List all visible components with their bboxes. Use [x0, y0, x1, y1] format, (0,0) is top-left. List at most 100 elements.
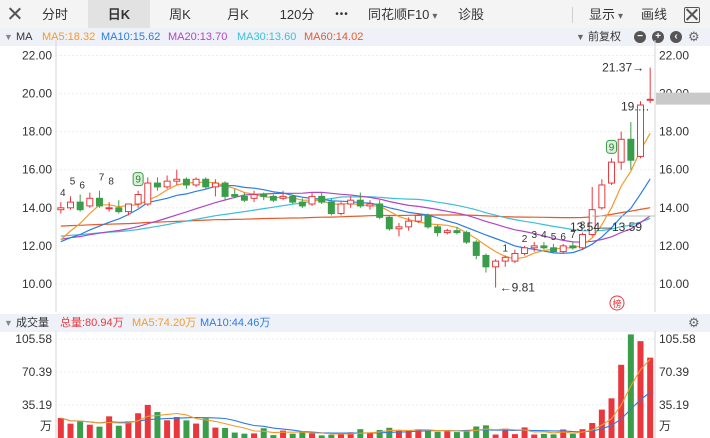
volume-bar[interactable] — [540, 433, 547, 438]
candle-body[interactable] — [289, 195, 297, 203]
candle-body[interactable] — [66, 201, 74, 209]
tab-diagnosis[interactable]: 诊股 — [450, 0, 492, 30]
volume-bar[interactable] — [618, 364, 625, 438]
volume-bar[interactable] — [289, 433, 296, 438]
volume-bar[interactable] — [77, 421, 84, 438]
volume-title[interactable]: 成交量 — [16, 314, 49, 332]
candle-body[interactable] — [318, 195, 326, 203]
volume-bar[interactable] — [376, 430, 383, 438]
candle-body[interactable] — [521, 247, 529, 255]
candle-body[interactable] — [134, 193, 142, 205]
candle-body[interactable] — [463, 232, 471, 243]
volume-bar[interactable] — [502, 428, 509, 438]
volume-bar[interactable] — [154, 412, 161, 438]
tab-f10[interactable]: 同花顺F10 ▾ — [362, 0, 442, 30]
volume-bar[interactable] — [627, 334, 634, 438]
gear-icon[interactable]: ⚙ — [688, 314, 700, 332]
volume-bar[interactable] — [511, 434, 518, 438]
volume-bar[interactable] — [125, 421, 132, 438]
volume-bar[interactable] — [280, 430, 287, 438]
volume-bar[interactable] — [637, 341, 644, 438]
volume-bar[interactable] — [598, 409, 605, 438]
volume-bar[interactable] — [57, 418, 64, 438]
tab-intraday[interactable]: 分时 — [30, 0, 80, 30]
volume-bar[interactable] — [96, 426, 103, 438]
volume-bar[interactable] — [386, 427, 393, 438]
candle-body[interactable] — [627, 138, 635, 161]
tab-monthly-k[interactable]: 月K — [213, 0, 263, 30]
draw-line-button[interactable]: 画线 — [636, 0, 672, 30]
volume-bar[interactable] — [444, 431, 451, 438]
volume-bar[interactable] — [579, 429, 586, 438]
candle-body[interactable] — [279, 195, 287, 199]
candle-body[interactable] — [231, 193, 239, 197]
candle-body[interactable] — [240, 195, 248, 201]
candle-body[interactable] — [298, 201, 306, 207]
candle-body[interactable] — [366, 203, 374, 207]
candle-body[interactable] — [76, 201, 84, 211]
candle-body[interactable] — [424, 214, 432, 228]
candle-body[interactable] — [356, 199, 364, 207]
candle-body[interactable] — [608, 161, 616, 184]
volume-bar[interactable] — [395, 430, 402, 438]
candle-body[interactable] — [598, 184, 606, 209]
volume-bar[interactable] — [531, 434, 538, 438]
candle-body[interactable] — [511, 253, 519, 262]
volume-bar[interactable] — [135, 413, 142, 438]
candle-body[interactable] — [163, 180, 171, 188]
candle-body[interactable] — [559, 245, 567, 253]
candle-body[interactable] — [308, 195, 316, 205]
candle-body[interactable] — [95, 197, 103, 207]
candle-body[interactable] — [395, 226, 403, 230]
collapse-panel-icon[interactable] — [8, 7, 24, 23]
candle-body[interactable] — [86, 197, 94, 207]
candle-body[interactable] — [501, 256, 509, 262]
volume-bar[interactable] — [647, 357, 654, 438]
volume-bar[interactable] — [608, 398, 615, 438]
candle-body[interactable] — [540, 245, 548, 249]
candle-body[interactable] — [472, 241, 480, 256]
volume-bar[interactable] — [347, 432, 354, 438]
volume-bar[interactable] — [560, 429, 567, 438]
volume-bar[interactable] — [366, 433, 373, 438]
candle-body[interactable] — [202, 178, 210, 188]
volume-bar[interactable] — [183, 420, 190, 438]
volume-bar[interactable] — [473, 426, 480, 438]
volume-bar[interactable] — [193, 423, 200, 438]
volume-bar[interactable] — [424, 430, 431, 438]
volume-bar[interactable] — [260, 428, 267, 438]
candle-body[interactable] — [588, 209, 596, 235]
more-periods-button[interactable]: ••• — [327, 0, 357, 30]
candle-body[interactable] — [569, 245, 577, 249]
plus-icon[interactable]: + — [652, 31, 664, 43]
candle-body[interactable] — [646, 98, 654, 101]
tab-daily-k[interactable]: 日K — [88, 0, 150, 30]
candle-body[interactable] — [182, 178, 190, 186]
volume-bar[interactable] — [173, 417, 180, 438]
candle-body[interactable] — [115, 207, 123, 213]
indicator-name[interactable]: MA — [16, 28, 33, 46]
candle-body[interactable] — [327, 201, 335, 215]
candle-body[interactable] — [434, 226, 442, 234]
volume-bar[interactable] — [222, 427, 229, 438]
candle-body[interactable] — [105, 207, 113, 210]
volume-bar[interactable] — [231, 432, 238, 438]
volume-bar[interactable] — [212, 427, 219, 438]
candle-body[interactable] — [482, 254, 490, 268]
volume-bar[interactable] — [434, 431, 441, 438]
display-menu-button[interactable]: 显示 ▾ — [580, 0, 632, 30]
candle-body[interactable] — [550, 247, 558, 253]
candle-body[interactable] — [337, 203, 345, 215]
candle-body[interactable] — [260, 193, 268, 197]
volume-bar[interactable] — [482, 425, 489, 438]
volume-bar[interactable] — [521, 427, 528, 438]
volume-bar[interactable] — [453, 432, 460, 438]
volume-bar[interactable] — [338, 434, 345, 438]
minus-icon[interactable]: − — [634, 31, 646, 43]
candle-body[interactable] — [405, 220, 413, 228]
volume-bar[interactable] — [144, 404, 151, 438]
candle-body[interactable] — [376, 203, 384, 218]
collapse-arrow-icon[interactable]: ▼ — [4, 314, 13, 332]
candle-body[interactable] — [414, 214, 422, 222]
candle-body[interactable] — [173, 178, 181, 182]
